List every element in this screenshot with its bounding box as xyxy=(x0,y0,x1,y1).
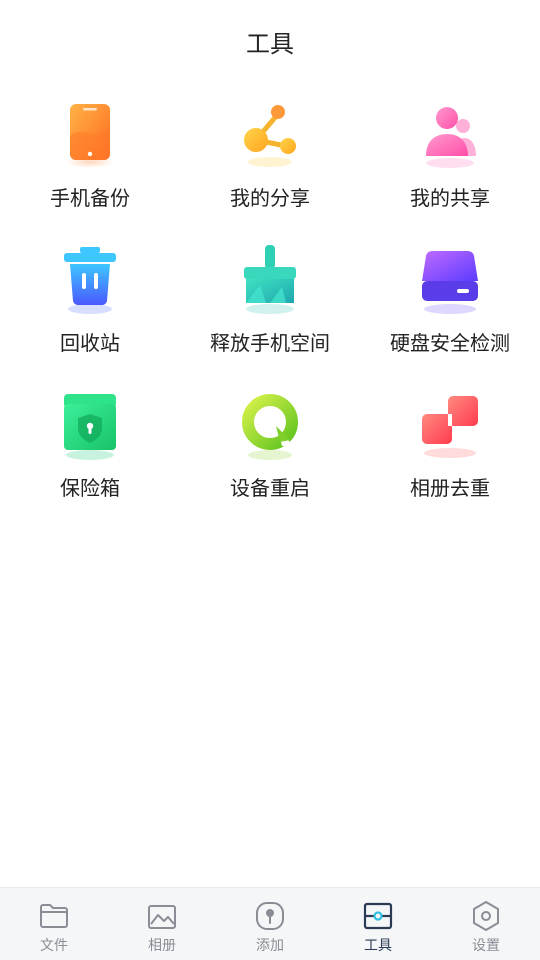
tool-recycle-bin[interactable]: 回收站 xyxy=(0,235,180,380)
tool-label: 我的分享 xyxy=(230,186,310,210)
tab-label: 工具 xyxy=(364,938,392,954)
tool-my-shared[interactable]: 我的共享 xyxy=(360,90,540,235)
tool-my-share[interactable]: 我的分享 xyxy=(180,90,360,235)
tool-label: 释放手机空间 xyxy=(210,331,330,355)
tool-label: 相册去重 xyxy=(410,476,490,500)
tab-files[interactable]: 文件 xyxy=(0,888,108,960)
tab-label: 添加 xyxy=(256,938,284,954)
tools-icon xyxy=(363,902,393,930)
image-icon xyxy=(148,905,176,929)
safe-box-icon xyxy=(50,386,130,466)
tool-label: 我的共享 xyxy=(410,186,490,210)
phone-backup-icon xyxy=(50,96,130,176)
folder-icon xyxy=(40,904,68,928)
share-icon xyxy=(230,96,310,176)
tool-label: 保险箱 xyxy=(60,476,120,500)
tab-add[interactable]: 添加 xyxy=(216,888,324,960)
tool-safe-box[interactable]: 保险箱 xyxy=(0,380,180,525)
tools-grid: 手机备份 我的分享 我的共享 回收站 释放手机空间 硬盘安全检测 保险箱 设备重… xyxy=(0,90,540,525)
restart-icon xyxy=(230,386,310,466)
tool-label: 手机备份 xyxy=(50,186,130,210)
tab-album[interactable]: 相册 xyxy=(108,888,216,960)
tool-label: 设备重启 xyxy=(230,476,310,500)
shared-users-icon xyxy=(410,96,490,176)
tool-label: 回收站 xyxy=(60,331,120,355)
tab-label: 文件 xyxy=(40,938,68,954)
dedupe-photos-icon xyxy=(410,386,490,466)
page-title: 工具 xyxy=(246,29,294,58)
tool-free-space[interactable]: 释放手机空间 xyxy=(180,235,360,380)
broom-icon xyxy=(230,241,310,321)
settings-hex-icon xyxy=(473,901,499,931)
tab-label: 设置 xyxy=(472,938,500,954)
page-header: 工具 xyxy=(0,0,540,82)
bottom-tab-bar: 文件 相册 添加 工具 设置 xyxy=(0,887,540,960)
hard-disk-icon xyxy=(410,241,490,321)
add-icon xyxy=(256,902,284,930)
tab-label: 相册 xyxy=(148,938,176,954)
tool-photo-dedupe[interactable]: 相册去重 xyxy=(360,380,540,525)
trash-bin-icon xyxy=(50,241,130,321)
tab-tools[interactable]: 工具 xyxy=(324,888,432,960)
tool-phone-backup[interactable]: 手机备份 xyxy=(0,90,180,235)
tool-disk-check[interactable]: 硬盘安全检测 xyxy=(360,235,540,380)
tab-settings[interactable]: 设置 xyxy=(432,888,540,960)
tool-label: 硬盘安全检测 xyxy=(390,331,510,355)
tool-device-restart[interactable]: 设备重启 xyxy=(180,380,360,525)
